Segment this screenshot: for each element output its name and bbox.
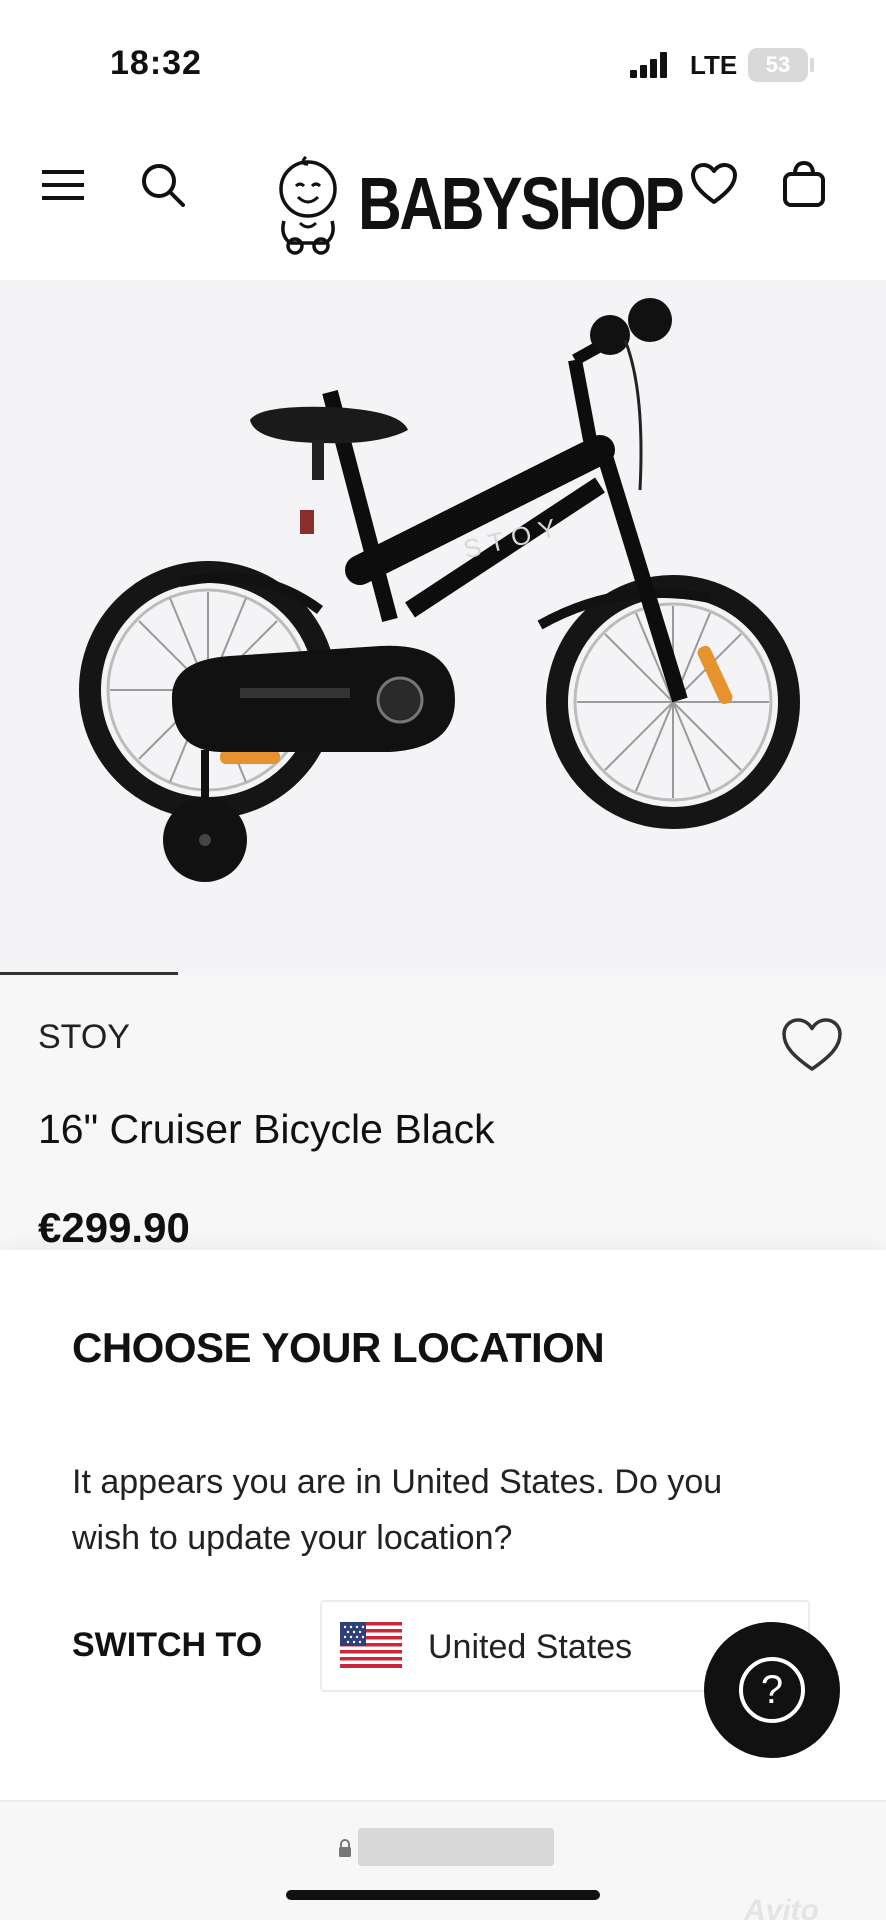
status-time: 18:32 xyxy=(110,44,202,82)
location-modal-message: It appears you are in United States. Do … xyxy=(72,1463,723,1557)
product-brand[interactable]: STOY xyxy=(38,1018,130,1057)
battery-icon: 53 xyxy=(748,48,808,82)
favorite-heart-icon[interactable] xyxy=(780,1016,844,1079)
help-button[interactable]: ? xyxy=(704,1622,840,1758)
menu-icon[interactable] xyxy=(40,162,86,208)
network-type: LTE xyxy=(690,50,738,80)
watermark: Avito xyxy=(744,1894,819,1927)
selected-country[interactable]: United States xyxy=(428,1628,632,1667)
home-indicator[interactable] xyxy=(286,1890,600,1900)
bicycle-illustration: STOY xyxy=(79,298,800,882)
lock-icon xyxy=(338,1838,352,1863)
product-title: 16" Cruiser Bicycle Black xyxy=(38,1106,495,1152)
switch-to-label: SWITCH TO xyxy=(72,1626,263,1664)
url-text-redacted xyxy=(358,1828,554,1866)
baby-logo-icon xyxy=(279,155,337,255)
site-logo[interactable]: BABYSHOP xyxy=(270,148,753,258)
brand-name: BABYSHOP xyxy=(358,161,685,245)
signal-icon xyxy=(630,52,672,78)
question-icon: ? xyxy=(739,1657,805,1723)
bag-icon[interactable] xyxy=(778,156,830,212)
product-price: €299.90 xyxy=(38,1204,190,1251)
location-modal-title: CHOOSE YOUR LOCATION xyxy=(72,1324,605,1371)
search-icon[interactable] xyxy=(138,160,188,210)
product-image[interactable]: STOY xyxy=(0,280,886,975)
battery-tip xyxy=(810,58,814,72)
battery-level: 53 xyxy=(765,52,791,77)
us-flag-icon xyxy=(340,1622,402,1668)
